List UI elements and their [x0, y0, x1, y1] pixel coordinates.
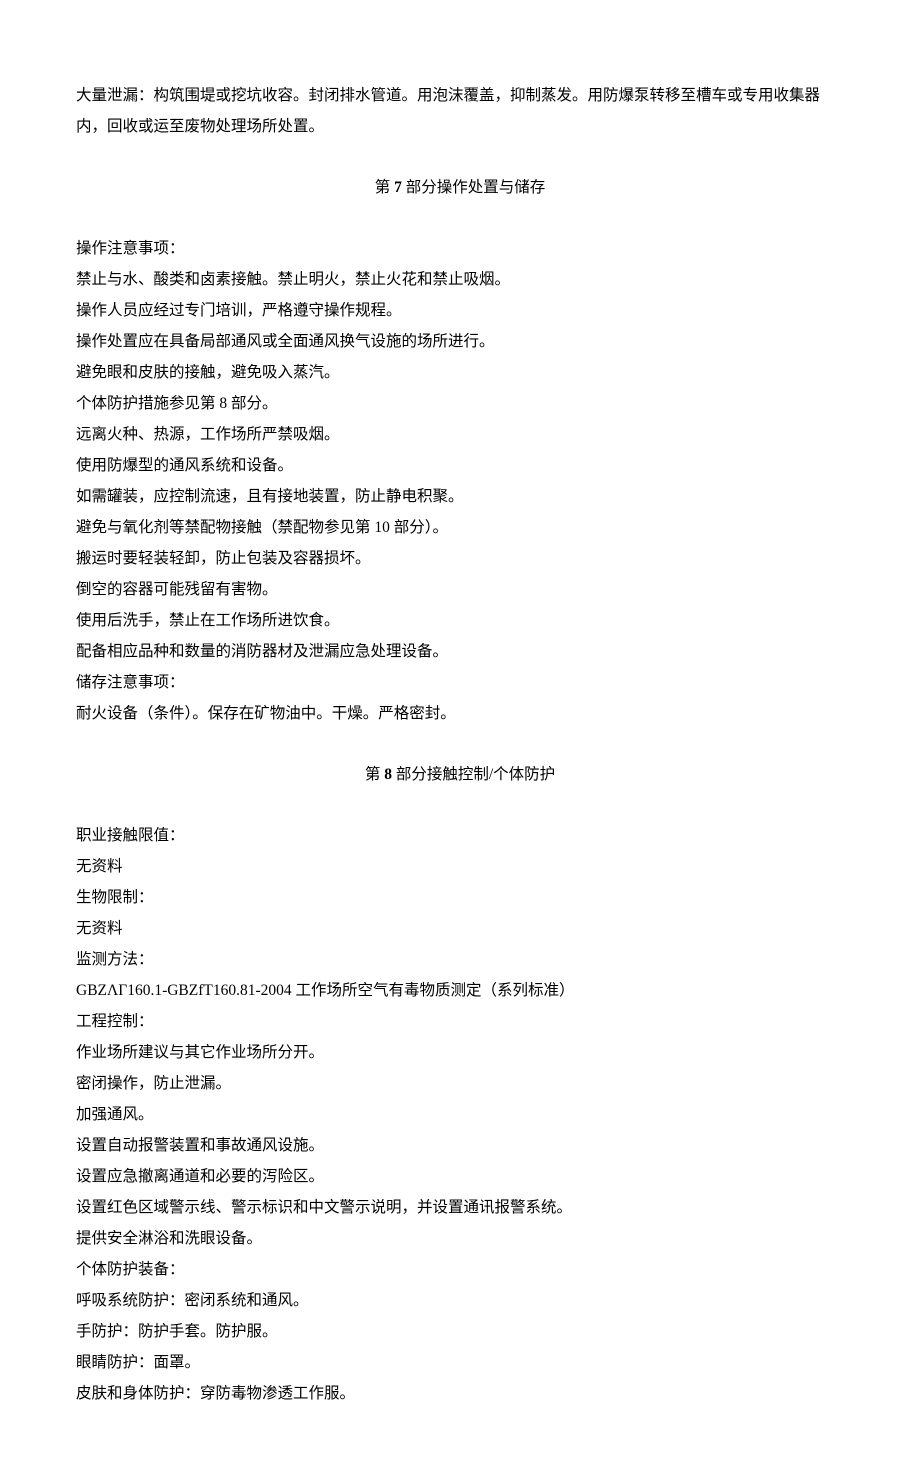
text-line: GBZΛΓ160.1-GBZfT160.81-2004 工作场所空气有毒物质测定…	[76, 975, 844, 1006]
section-8-title: 第 8 部分接触控制/个体防护	[76, 759, 844, 790]
text-line: 手防护：防护手套。防护服。	[76, 1316, 844, 1347]
text-line: 个体防护措施参见第 8 部分。	[76, 388, 844, 419]
text-line: 操作处置应在具备局部通风或全面通风换气设施的场所进行。	[76, 326, 844, 357]
text-line: 个体防护装备：	[76, 1254, 844, 1285]
text-line: 搬运时要轻装轻卸，防止包装及容器损坏。	[76, 543, 844, 574]
text-line: 设置自动报警装置和事故通风设施。	[76, 1130, 844, 1161]
text-line: 加强通风。	[76, 1099, 844, 1130]
text-line: 如需罐装，应控制流速，且有接地装置，防止静电积聚。	[76, 481, 844, 512]
text-line: 使用后洗手，禁止在工作场所进饮食。	[76, 605, 844, 636]
section-8-body: 职业接触限值： 无资料 生物限制： 无资料 监测方法： GBZΛΓ160.1-G…	[76, 820, 844, 1409]
section-7-prefix: 第	[375, 179, 394, 196]
text-line: 耐火设备（条件）。保存在矿物油中。干燥。严格密封。	[76, 698, 844, 729]
text-line: 避免与氧化剂等禁配物接触（禁配物参见第 10 部分）。	[76, 512, 844, 543]
text-line: 使用防爆型的通风系统和设备。	[76, 450, 844, 481]
intro-paragraph: 大量泄漏：构筑围堤或挖坑收容。封闭排水管道。用泡沫覆盖，抑制蒸发。用防爆泵转移至…	[76, 80, 844, 142]
section-8-prefix: 第	[365, 766, 384, 783]
text-line: 避免眼和皮肤的接触，避免吸入蒸汽。	[76, 357, 844, 388]
section-8-suffix: 部分接触控制/个体防护	[392, 766, 555, 783]
text-line: 眼睛防护：面罩。	[76, 1347, 844, 1378]
text-line: 禁止与水、酸类和卤素接触。禁止明火，禁止火花和禁止吸烟。	[76, 264, 844, 295]
section-7-title: 第 7 部分操作处置与储存	[76, 172, 844, 203]
section-8-number: 8	[384, 766, 392, 783]
text-line: 生物限制：	[76, 882, 844, 913]
text-line: 储存注意事项：	[76, 667, 844, 698]
text-line: 无资料	[76, 913, 844, 944]
text-line: 提供安全淋浴和洗眼设备。	[76, 1223, 844, 1254]
text-line: 设置红色区域警示线、警示标识和中文警示说明，并设置通讯报警系统。	[76, 1192, 844, 1223]
text-line: 操作人员应经过专门培训，严格遵守操作规程。	[76, 295, 844, 326]
section-7-suffix: 部分操作处置与储存	[402, 179, 545, 196]
text-line: 设置应急撤离通道和必要的泻险区。	[76, 1161, 844, 1192]
section-7-body: 操作注意事项： 禁止与水、酸类和卤素接触。禁止明火，禁止火花和禁止吸烟。 操作人…	[76, 233, 844, 729]
text-line: 远离火种、热源，工作场所严禁吸烟。	[76, 419, 844, 450]
text-line: 作业场所建议与其它作业场所分开。	[76, 1037, 844, 1068]
text-line: 监测方法：	[76, 944, 844, 975]
section-7-number: 7	[394, 179, 402, 196]
text-line: 工程控制：	[76, 1006, 844, 1037]
text-line: 倒空的容器可能残留有害物。	[76, 574, 844, 605]
text-line: 职业接触限值：	[76, 820, 844, 851]
text-line: 操作注意事项：	[76, 233, 844, 264]
text-line: 无资料	[76, 851, 844, 882]
text-line: 密闭操作，防止泄漏。	[76, 1068, 844, 1099]
text-line: 皮肤和身体防护：穿防毒物渗透工作服。	[76, 1378, 844, 1409]
text-line: 配备相应品种和数量的消防器材及泄漏应急处理设备。	[76, 636, 844, 667]
